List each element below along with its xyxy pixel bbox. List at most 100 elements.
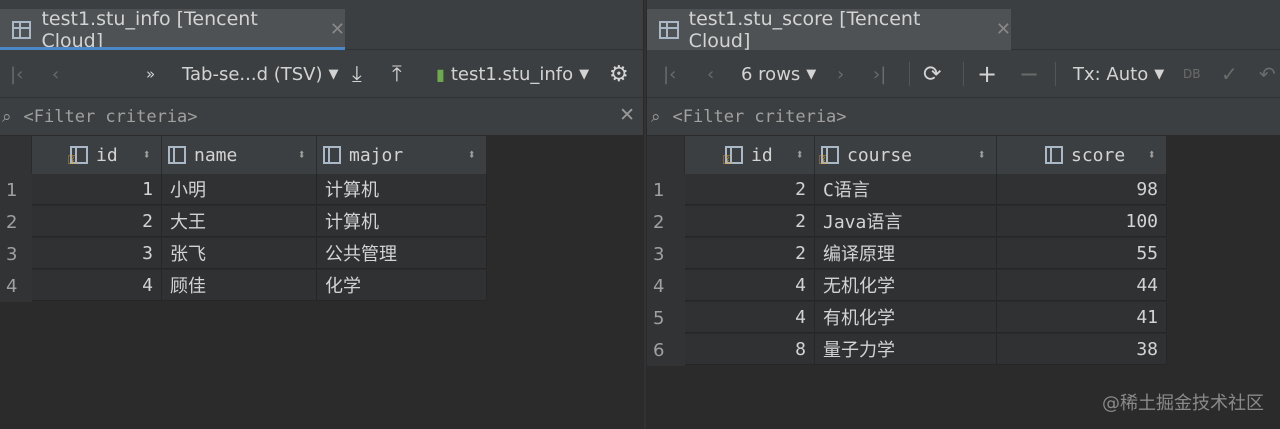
column-header-label: id [751, 144, 773, 166]
column-header-label: major [349, 144, 404, 166]
row-number[interactable]: 1 [647, 174, 685, 206]
page-size-dropdown[interactable]: 6 rows ▼ [741, 50, 816, 98]
prev-page-icon[interactable]: ‹ [707, 50, 714, 98]
sort-icon[interactable]: ⬍ [796, 147, 804, 163]
row-number[interactable]: 4 [647, 270, 685, 302]
prev-page-icon[interactable]: ‹ [52, 50, 59, 98]
column-header-course[interactable]: ⚿ course ⬍ [815, 136, 997, 174]
cell-score[interactable]: 44 [997, 270, 1167, 301]
last-page-icon[interactable]: ›| [873, 50, 886, 98]
cell-major[interactable]: 计算机 [317, 206, 487, 237]
cell-course[interactable]: 量子力学 [815, 334, 997, 365]
sort-icon[interactable]: ⬍ [468, 147, 476, 163]
db-icon[interactable]: DB [1183, 50, 1200, 98]
cell-major[interactable]: 计算机 [317, 174, 487, 205]
corner-cell [0, 136, 32, 174]
add-row-icon[interactable]: + [977, 50, 997, 98]
cell-name[interactable]: 小明 [162, 174, 317, 205]
cell-id[interactable]: 2 [685, 238, 815, 269]
cell-id[interactable]: 3 [32, 238, 162, 269]
cell-course[interactable]: 编译原理 [815, 238, 997, 269]
left-filter-bar[interactable]: ⌕ <Filter criteria> ✕ [0, 98, 643, 136]
delete-row-icon[interactable]: − [1019, 50, 1039, 98]
close-icon[interactable]: ✕ [996, 19, 1011, 40]
column-header-id[interactable]: ⚿ id ⬍ [685, 136, 815, 174]
commit-icon[interactable]: ✓ [1221, 50, 1238, 98]
watermark: @稀土掘金技术社区 [1102, 393, 1264, 414]
cell-course[interactable]: C语言 [815, 174, 997, 205]
cell-id[interactable]: 2 [685, 206, 815, 237]
row-number[interactable]: 6 [647, 334, 685, 366]
row-number[interactable]: 4 [0, 270, 32, 302]
sort-icon[interactable]: ⬍ [143, 147, 151, 163]
rollback-icon[interactable]: ↶ [1259, 50, 1276, 98]
corner-cell [647, 136, 685, 174]
export-format-dropdown[interactable]: Tab-se...d (TSV) ▼ [182, 50, 339, 98]
filter-input[interactable]: <Filter criteria> [24, 107, 198, 127]
column-header-label: id [96, 144, 118, 166]
filter-input[interactable]: <Filter criteria> [673, 107, 847, 127]
first-page-icon[interactable]: |‹ [10, 50, 23, 98]
sort-icon[interactable]: ⬍ [978, 147, 986, 163]
column-header-score[interactable]: score ⬍ [997, 136, 1167, 174]
next-page-icon[interactable]: › [837, 50, 844, 98]
refresh-icon[interactable]: ⟳ [923, 50, 941, 98]
tab-title: test1.stu_info [Tencent Cloud] [41, 7, 258, 52]
cell-score[interactable]: 41 [997, 302, 1167, 333]
search-icon: ⌕ [651, 106, 661, 127]
cell-id[interactable]: 2 [685, 174, 815, 205]
right-tab-bar: test1.stu_score [Tencent Cloud] ✕ [647, 0, 1280, 52]
cell-course[interactable]: 有机化学 [815, 302, 997, 333]
tab-title: test1.stu_score [Tencent Cloud] [688, 7, 921, 52]
close-icon[interactable]: ✕ [330, 19, 345, 40]
cell-score[interactable]: 100 [997, 206, 1167, 237]
format-label: Tab-se...d (TSV) [182, 63, 323, 85]
cell-major[interactable]: 公共管理 [317, 238, 487, 269]
download-icon[interactable]: ⤓ [352, 50, 362, 98]
column-header-name[interactable]: name ⬍ [162, 136, 317, 174]
cell-name[interactable]: 张飞 [162, 238, 317, 269]
cell-score[interactable]: 98 [997, 174, 1167, 205]
tab-stu-info[interactable]: test1.stu_info [Tencent Cloud] ✕ [0, 7, 345, 52]
key-column-icon: ⚿ [723, 146, 743, 167]
cell-major[interactable]: 化学 [317, 270, 487, 301]
cell-id[interactable]: 8 [685, 334, 815, 365]
cell-name[interactable]: 大王 [162, 206, 317, 237]
sort-icon[interactable]: ⬍ [1148, 147, 1156, 163]
right-editor-pane: test1.stu_score [Tencent Cloud] ✕ |‹ ‹ 6… [647, 0, 1280, 429]
chevron-down-icon: ▼ [1154, 66, 1165, 82]
tab-stu-score[interactable]: test1.stu_score [Tencent Cloud] ✕ [647, 7, 1011, 52]
row-number[interactable]: 5 [647, 302, 685, 334]
row-number[interactable]: 1 [0, 174, 32, 206]
sort-icon[interactable]: ⬍ [298, 147, 306, 163]
cell-course[interactable]: 无机化学 [815, 270, 997, 301]
cell-id[interactable]: 2 [32, 206, 162, 237]
key-column-icon: ⚿ [68, 146, 88, 167]
row-number[interactable]: 2 [647, 206, 685, 238]
cell-id[interactable]: 1 [32, 174, 162, 205]
transaction-mode-dropdown[interactable]: Tx: Auto ▼ [1073, 50, 1164, 98]
row-number[interactable]: 3 [647, 238, 685, 270]
right-filter-bar[interactable]: ⌕ <Filter criteria> [647, 98, 1280, 136]
first-page-icon[interactable]: |‹ [663, 50, 676, 98]
cell-id[interactable]: 4 [32, 270, 162, 301]
more-icon[interactable]: » [146, 50, 155, 98]
column-header-id[interactable]: ⚿ id ⬍ [32, 136, 162, 174]
toolbar-separator [909, 62, 910, 86]
search-icon: ⌕ [2, 106, 12, 127]
row-number[interactable]: 2 [0, 206, 32, 238]
cell-course[interactable]: Java语言 [815, 206, 997, 237]
chevron-down-icon: ▼ [806, 66, 817, 82]
column-header-major[interactable]: major ⬍ [317, 136, 487, 174]
gear-icon[interactable]: ⚙ [609, 50, 629, 98]
left-toolbar: |‹ ‹ » Tab-se...d (TSV) ▼ ⤓ ⤒ ▮ test1.st… [0, 50, 643, 98]
upload-icon[interactable]: ⤒ [392, 50, 402, 98]
cell-id[interactable]: 4 [685, 270, 815, 301]
cell-id[interactable]: 4 [685, 302, 815, 333]
table-selector-dropdown[interactable]: ▮ test1.stu_info ▼ [436, 50, 589, 98]
cell-score[interactable]: 38 [997, 334, 1167, 365]
row-number[interactable]: 3 [0, 238, 32, 270]
cell-score[interactable]: 55 [997, 238, 1167, 269]
cell-name[interactable]: 顾佳 [162, 270, 317, 301]
clear-filter-icon[interactable]: ✕ [619, 104, 635, 126]
